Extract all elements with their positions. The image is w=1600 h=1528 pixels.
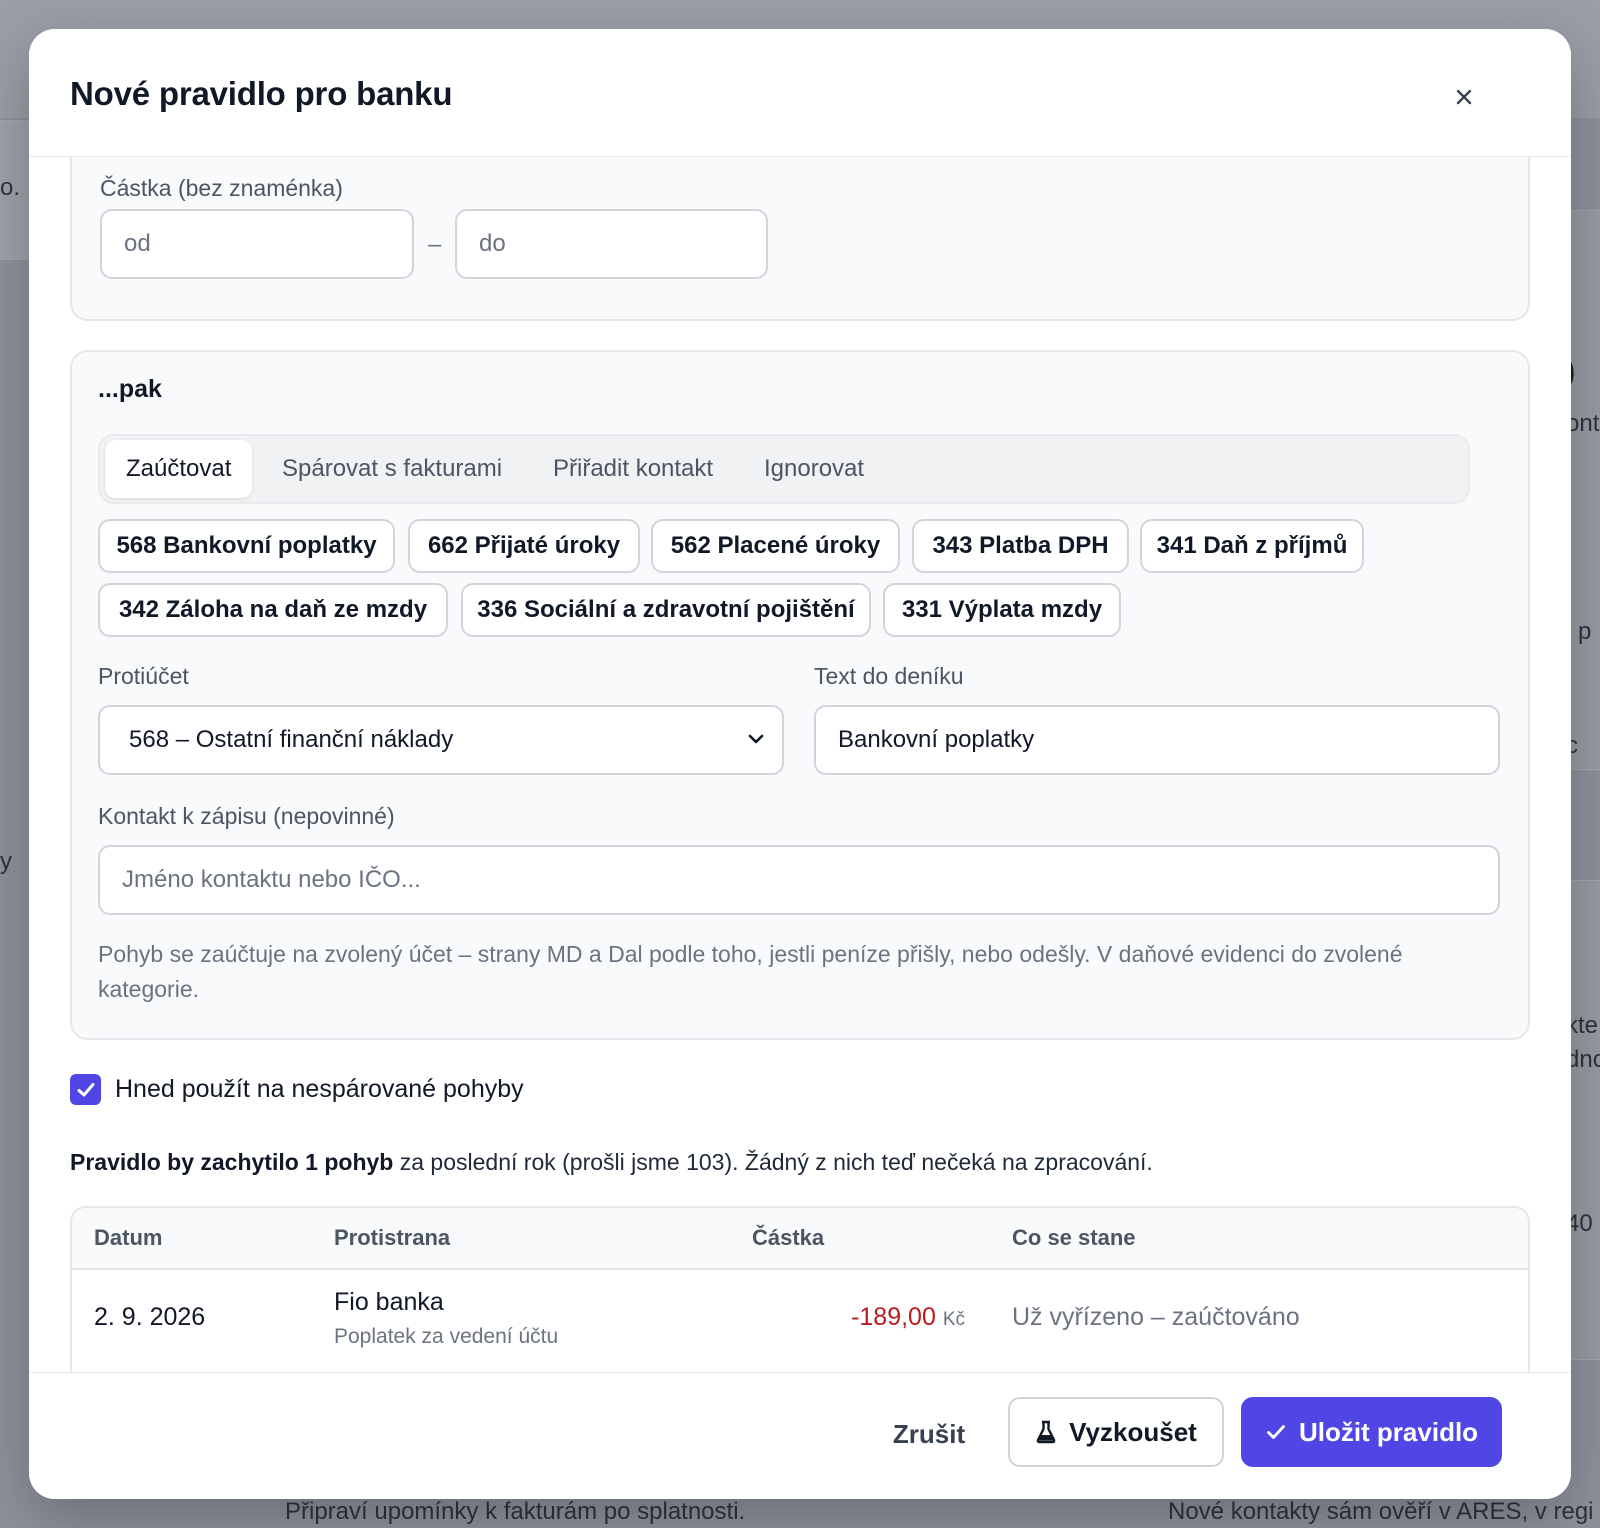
tab-priradit-kontakt[interactable]: Přiřadit kontakt <box>553 440 713 498</box>
account-chip[interactable]: 562 Placené úroky <box>651 519 900 573</box>
account-chip[interactable]: 336 Sociální a zdravotní pojištění <box>461 583 871 637</box>
journal-text-input[interactable]: Bankovní poplatky <box>814 705 1500 775</box>
save-button-label: Uložit pravidlo <box>1298 1416 1479 1447</box>
contact-label: Kontakt k zápisu (nepovinné) <box>98 803 395 829</box>
match-summary: Pravidlo by zachytilo 1 pohyb za posledn… <box>70 1149 1153 1176</box>
rule-modal: Nové pravidlo pro banku Částka (bez znam… <box>29 29 1571 1499</box>
column-header: Datum <box>94 1225 163 1250</box>
flask-icon <box>1036 1420 1056 1444</box>
account-chip[interactable]: 341 Daň z příjmů <box>1140 519 1364 573</box>
modal-body[interactable]: Částka (bez znaménka) od – do ...pak Zaú… <box>29 157 1571 1373</box>
save-rule-button[interactable]: Uložit pravidlo <box>1241 1397 1502 1467</box>
background-text: ont <box>1566 410 1600 437</box>
action-hint: Pohyb se zaúčtuje na zvolený účet – stra… <box>98 941 1403 1002</box>
row-note: Poplatek za vedení účtu <box>334 1325 559 1348</box>
counter-account-value: 568 – Ostatní finanční náklady <box>129 726 454 753</box>
apply-now-checkbox[interactable] <box>70 1074 101 1105</box>
amount-separator: – <box>428 231 442 258</box>
account-chip[interactable]: 331 Výplata mzdy <box>883 583 1121 637</box>
column-header: Protistrana <box>334 1225 451 1250</box>
background-text: y <box>0 848 12 875</box>
match-summary-bold: Pravidlo by zachytilo 1 pohyb <box>70 1149 394 1175</box>
row-date: 2. 9. 2026 <box>94 1303 206 1331</box>
account-chip[interactable]: 662 Přijaté úroky <box>408 519 640 573</box>
contact-input[interactable]: Jméno kontaktu nebo IČO... <box>98 845 1500 915</box>
try-button-label: Vyzkoušet <box>1069 1416 1197 1447</box>
condition-card: Částka (bez znaménka) od – do <box>70 157 1530 321</box>
tab-sparovat[interactable]: Spárovat s fakturami <box>282 440 502 498</box>
row-counterparty: Fio banka <box>334 1288 444 1316</box>
amount-to-input[interactable]: do <box>455 209 768 279</box>
column-header: Co se stane <box>1012 1225 1136 1250</box>
close-icon <box>1456 89 1472 105</box>
account-chip[interactable]: 343 Platba DPH <box>912 519 1129 573</box>
account-chip[interactable]: 342 Záloha na daň ze mzdy <box>98 583 448 637</box>
check-icon <box>1267 1425 1285 1439</box>
tab-ignorovat[interactable]: Ignorovat <box>764 440 864 498</box>
column-header: Částka <box>752 1225 825 1250</box>
amount-from-input[interactable]: od <box>100 209 414 279</box>
try-button[interactable]: Vyzkoušet <box>1008 1397 1224 1467</box>
cancel-button[interactable]: Zrušit <box>889 1403 969 1465</box>
background-text: o. <box>0 174 21 201</box>
account-chip[interactable]: 568 Bankovní poplatky <box>98 519 395 573</box>
table-header: Datum Protistrana Částka Co se stane <box>72 1208 1528 1270</box>
background-text: dnc <box>1566 1046 1600 1073</box>
check-icon <box>77 1082 94 1096</box>
preview-table: Datum Protistrana Částka Co se stane 2. … <box>70 1206 1530 1373</box>
row-amount-value: -189,00 <box>851 1303 936 1331</box>
tab-zauctovat[interactable]: Zaúčtovat <box>105 440 253 498</box>
row-amount: -189,00 Kč <box>851 1303 965 1332</box>
journal-text-label: Text do deníku <box>814 663 964 689</box>
amount-label: Částka (bez znaménka) <box>100 175 343 201</box>
modal-header: Nové pravidlo pro banku <box>29 29 1571 157</box>
counter-account-select[interactable]: 568 – Ostatní finanční náklady <box>98 705 784 775</box>
row-currency: Kč <box>942 1309 965 1330</box>
action-heading: ...pak <box>98 375 162 403</box>
row-outcome: Už vyřízeno – zaúčtováno <box>1012 1303 1300 1331</box>
close-button[interactable] <box>1444 77 1484 117</box>
modal-title: Nové pravidlo pro banku <box>70 75 453 112</box>
match-summary-rest: za poslední rok (prošli jsme 103). Žádný… <box>393 1149 1153 1175</box>
background-text: Připraví upomínky k fakturám po splatnos… <box>285 1498 746 1525</box>
counter-account-label: Protiúčet <box>98 663 189 689</box>
apply-now-label: Hned použít na nespárované pohyby <box>115 1075 524 1103</box>
background-text: Nové kontakty sám ověří v ARES, v regi <box>1168 1498 1594 1525</box>
action-tabs: Zaúčtovat Spárovat s fakturami Přiřadit … <box>98 434 1470 504</box>
modal-footer: Zrušit Vyzkoušet Uložit pravidlo <box>29 1372 1571 1499</box>
chevron-down-icon <box>748 734 764 744</box>
